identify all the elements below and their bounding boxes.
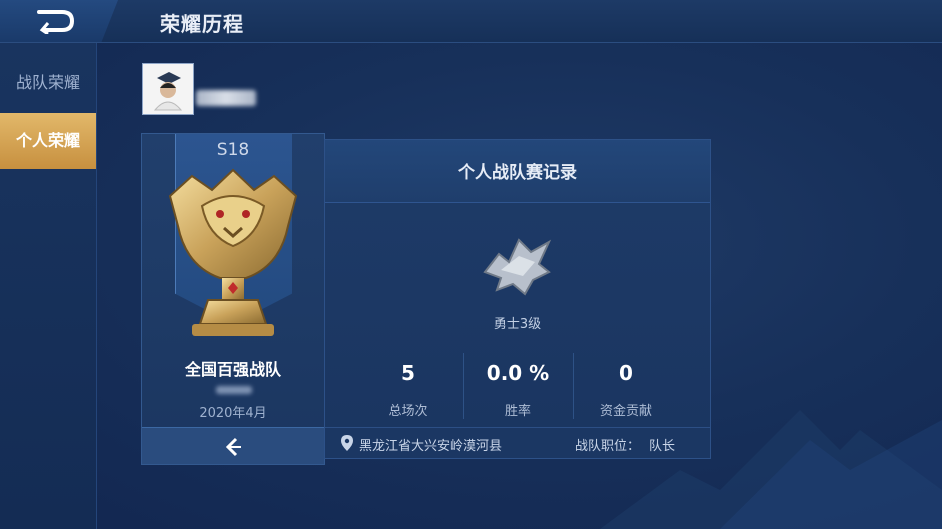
user-avatar-icon [143, 64, 193, 114]
location-pin-icon [341, 435, 353, 451]
chevron-left-icon [225, 437, 241, 457]
stats-row: 5 总场次 0.0 % 胜率 0 资金贡献 [325, 345, 710, 425]
location-text: 黑龙江省大兴安岭漠河县 [359, 439, 503, 454]
subtitle-blurred [216, 386, 252, 394]
stat-value: 5 [401, 361, 415, 385]
record-card: 个人战队赛记录 勇士3级 5 总场次 0.0 % 胜率 0 资金贡献 黑龙江省大… [324, 139, 711, 459]
trophy-icon [168, 168, 298, 336]
record-footer: 黑龙江省大兴安岭漠河县 战队职位： 队长 [325, 427, 710, 458]
top-bar: 荣耀历程 [0, 0, 942, 43]
rank-emblem-icon [483, 238, 552, 296]
stat-funds-contribution: 0 资金贡献 [571, 345, 681, 425]
rank-name: 勇士3级 [493, 317, 542, 332]
record-title: 个人战队赛记录 [458, 163, 577, 183]
page-title: 荣耀历程 [160, 12, 244, 36]
trophy-card: S18 全国百强战队 2020年4月 [141, 133, 325, 465]
team-title: 全国百强战队 [184, 360, 281, 379]
sidebar: 战队荣耀 个人荣耀 [0, 43, 97, 529]
collapse-button[interactable] [142, 427, 324, 464]
role-value: 队长 [649, 439, 676, 454]
sidebar-item-team-honor[interactable]: 战队荣耀 [0, 55, 96, 111]
stat-label: 资金贡献 [599, 404, 652, 419]
stat-label: 总场次 [388, 404, 428, 419]
record-header: 个人战队赛记录 [325, 140, 710, 203]
stat-value: 0.0 % [486, 361, 550, 385]
back-arrow-icon [37, 10, 75, 34]
stat-win-rate: 0.0 % 胜率 [463, 345, 573, 425]
stat-value: 0 [619, 361, 633, 385]
stat-total-matches: 5 总场次 [353, 345, 463, 425]
season-label: S18 [216, 140, 250, 160]
avatar[interactable] [142, 63, 194, 115]
award-date: 2020年4月 [199, 406, 267, 421]
sidebar-item-personal-honor[interactable]: 个人荣耀 [0, 113, 96, 169]
player-name-blurred [196, 90, 256, 106]
back-button[interactable] [0, 0, 118, 42]
stat-label: 胜率 [504, 404, 531, 419]
role-label: 战队职位： [575, 439, 641, 454]
